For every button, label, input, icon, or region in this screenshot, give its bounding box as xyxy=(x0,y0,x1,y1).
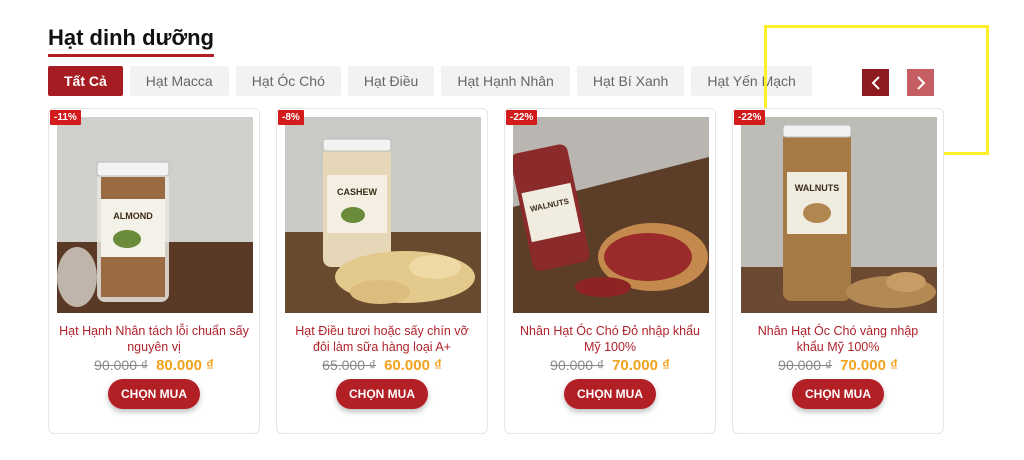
old-price: 65.000 ₫ xyxy=(322,357,377,373)
tab-oat[interactable]: Hạt Yến Mạch xyxy=(691,66,812,96)
price-row: 90.000 ₫ 80.000 ₫ xyxy=(49,357,259,374)
product-image[interactable]: CASHEW xyxy=(285,117,481,313)
chevron-left-icon xyxy=(871,75,880,90)
price-row: 90.000 ₫ 70.000 ₫ xyxy=(505,357,715,374)
category-tabs: Tất Cả Hạt Macca Hạt Óc Chó Hạt Điều Hạt… xyxy=(48,66,812,96)
sale-price: 70.000 ₫ xyxy=(612,357,670,374)
tab-macca[interactable]: Hạt Macca xyxy=(129,66,229,96)
product-image[interactable]: WALNUTS xyxy=(513,117,709,313)
product-card[interactable]: -22% WALNUTS Nhân Hạt Óc Chó vàng nhập k… xyxy=(732,108,944,434)
old-price: 90.000 ₫ xyxy=(94,357,149,373)
old-price: 90.000 ₫ xyxy=(778,357,833,373)
product-name[interactable]: Nhân Hạt Óc Chó Đỏ nhập khẩu Mỹ 100% xyxy=(515,323,705,355)
price-row: 90.000 ₫ 70.000 ₫ xyxy=(733,357,943,374)
sale-price: 60.000 ₫ xyxy=(384,357,442,374)
discount-badge: -22% xyxy=(506,110,538,125)
product-card[interactable]: -11% ALMOND Hạt Hạnh Nhân tách lỗi chuẩn… xyxy=(48,108,260,434)
tab-all[interactable]: Tất Cả xyxy=(48,66,123,96)
tab-pumpkin-seed[interactable]: Hạt Bí Xanh xyxy=(576,66,685,96)
tab-almond[interactable]: Hạt Hạnh Nhân xyxy=(441,66,570,96)
buy-button[interactable]: CHỌN MUA xyxy=(108,379,200,409)
old-price: 90.000 ₫ xyxy=(550,357,605,373)
tab-walnut[interactable]: Hạt Óc Chó xyxy=(235,66,341,96)
product-card[interactable]: -8% CASHEW Hạt Điều tươi hoặc sấy chín v… xyxy=(276,108,488,434)
product-image[interactable]: WALNUTS xyxy=(741,117,937,313)
section-title: Hạt dinh dưỡng xyxy=(48,26,214,57)
chevron-right-icon xyxy=(916,75,925,90)
sale-price: 70.000 ₫ xyxy=(840,357,898,374)
carousel-prev-button[interactable] xyxy=(862,69,889,96)
product-card[interactable]: -22% WALNUTS Nhân Hạt Óc Chó Đỏ nhập khẩ… xyxy=(504,108,716,434)
product-name[interactable]: Nhân Hạt Óc Chó vàng nhập khẩu Mỹ 100% xyxy=(743,323,933,355)
discount-badge: -8% xyxy=(278,110,304,125)
product-list: -11% ALMOND Hạt Hạnh Nhân tách lỗi chuẩn… xyxy=(48,108,944,434)
sale-price: 80.000 ₫ xyxy=(156,357,214,374)
price-row: 65.000 ₫ 60.000 ₫ xyxy=(277,357,487,374)
product-image[interactable]: ALMOND xyxy=(57,117,253,313)
product-name[interactable]: Hạt Hạnh Nhân tách lỗi chuẩn sấy nguyên … xyxy=(59,323,249,355)
carousel-next-button[interactable] xyxy=(907,69,934,96)
jar-label: CASHEW xyxy=(337,187,378,197)
tab-cashew[interactable]: Hạt Điều xyxy=(347,66,435,96)
buy-button[interactable]: CHỌN MUA xyxy=(564,379,656,409)
buy-button[interactable]: CHỌN MUA xyxy=(336,379,428,409)
buy-button[interactable]: CHỌN MUA xyxy=(792,379,884,409)
jar-label: WALNUTS xyxy=(795,183,840,193)
discount-badge: -11% xyxy=(50,110,81,125)
discount-badge: -22% xyxy=(734,110,766,125)
jar-label: ALMOND xyxy=(113,211,153,221)
product-name[interactable]: Hạt Điều tươi hoặc sấy chín vỡ đôi làm s… xyxy=(287,323,477,355)
